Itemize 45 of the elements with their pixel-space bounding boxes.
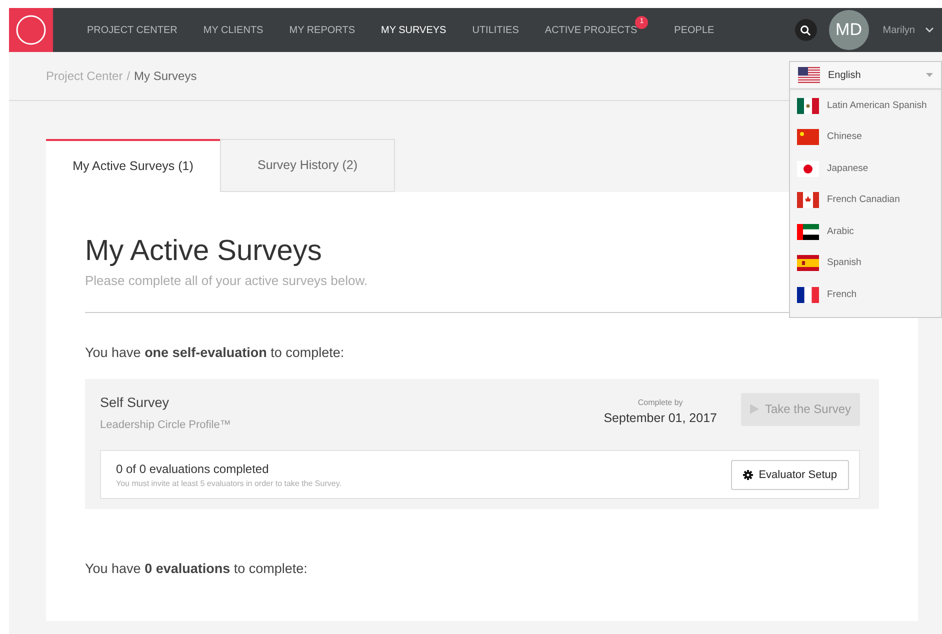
language-option[interactable]: Japanese xyxy=(790,153,941,184)
logo[interactable] xyxy=(9,8,53,52)
avatar[interactable]: MD xyxy=(828,10,869,50)
language-option[interactable]: Arabic xyxy=(790,216,941,248)
nav-link[interactable]: UTILITIES xyxy=(472,22,519,38)
search-button[interactable] xyxy=(794,19,817,41)
flag-icon xyxy=(797,255,819,272)
language-option[interactable]: Chinese xyxy=(790,122,941,153)
survey-product: Leadership Circle Profile™ xyxy=(100,418,231,433)
flag-icon xyxy=(797,224,819,240)
flag-icon xyxy=(798,67,820,83)
nav-link[interactable]: MY CLIENTS xyxy=(203,22,264,38)
tab[interactable]: My Active Surveys (1) xyxy=(46,139,220,192)
survey-name: Self Survey xyxy=(100,394,170,412)
breadcrumb-separator: / xyxy=(126,68,130,85)
due-label: Complete by xyxy=(636,396,684,409)
page-subtitle: Please complete all of your active surveys below. xyxy=(85,272,369,290)
progress-text: 0 of 0 evaluations completed xyxy=(116,461,270,478)
nav-link[interactable]: ACTIVE PROJECTS xyxy=(544,22,638,38)
tab[interactable]: Survey History (2) xyxy=(220,139,395,192)
section-heading: You have one self-evaluation to complete: xyxy=(85,344,346,362)
gear-icon xyxy=(742,470,753,480)
caret-icon xyxy=(926,73,933,77)
play-icon xyxy=(750,404,759,414)
section-heading: You have 0 evaluations to complete: xyxy=(85,560,308,578)
flag-icon xyxy=(797,98,819,114)
nav-link[interactable]: PEOPLE xyxy=(674,22,714,38)
hint-text: You must invite at least 5 evaluators in order to take the Survey. xyxy=(116,478,342,490)
page-title: My Active Surveys xyxy=(85,234,322,269)
flag-icon xyxy=(797,192,819,208)
nav-link[interactable]: MY REPORTS xyxy=(289,22,355,38)
language-option[interactable]: Latin American Spanish xyxy=(790,90,941,122)
flag-icon xyxy=(797,286,819,303)
due-date: September 01, 2017 xyxy=(604,410,717,427)
flag-icon xyxy=(797,160,819,177)
language-option[interactable]: French Canadian xyxy=(790,184,941,216)
flag-icon xyxy=(797,129,819,146)
search-icon xyxy=(800,24,812,36)
nav-link[interactable]: MY SURVEYS xyxy=(381,22,446,38)
caret-icon[interactable] xyxy=(925,27,934,33)
breadcrumb-current: My Surveys xyxy=(134,68,197,85)
user-name[interactable]: Marilyn xyxy=(882,22,915,38)
nav-link[interactable]: PROJECT CENTER xyxy=(87,22,178,38)
language-option[interactable]: Spanish xyxy=(790,248,941,279)
language-option[interactable]: French xyxy=(790,279,941,310)
